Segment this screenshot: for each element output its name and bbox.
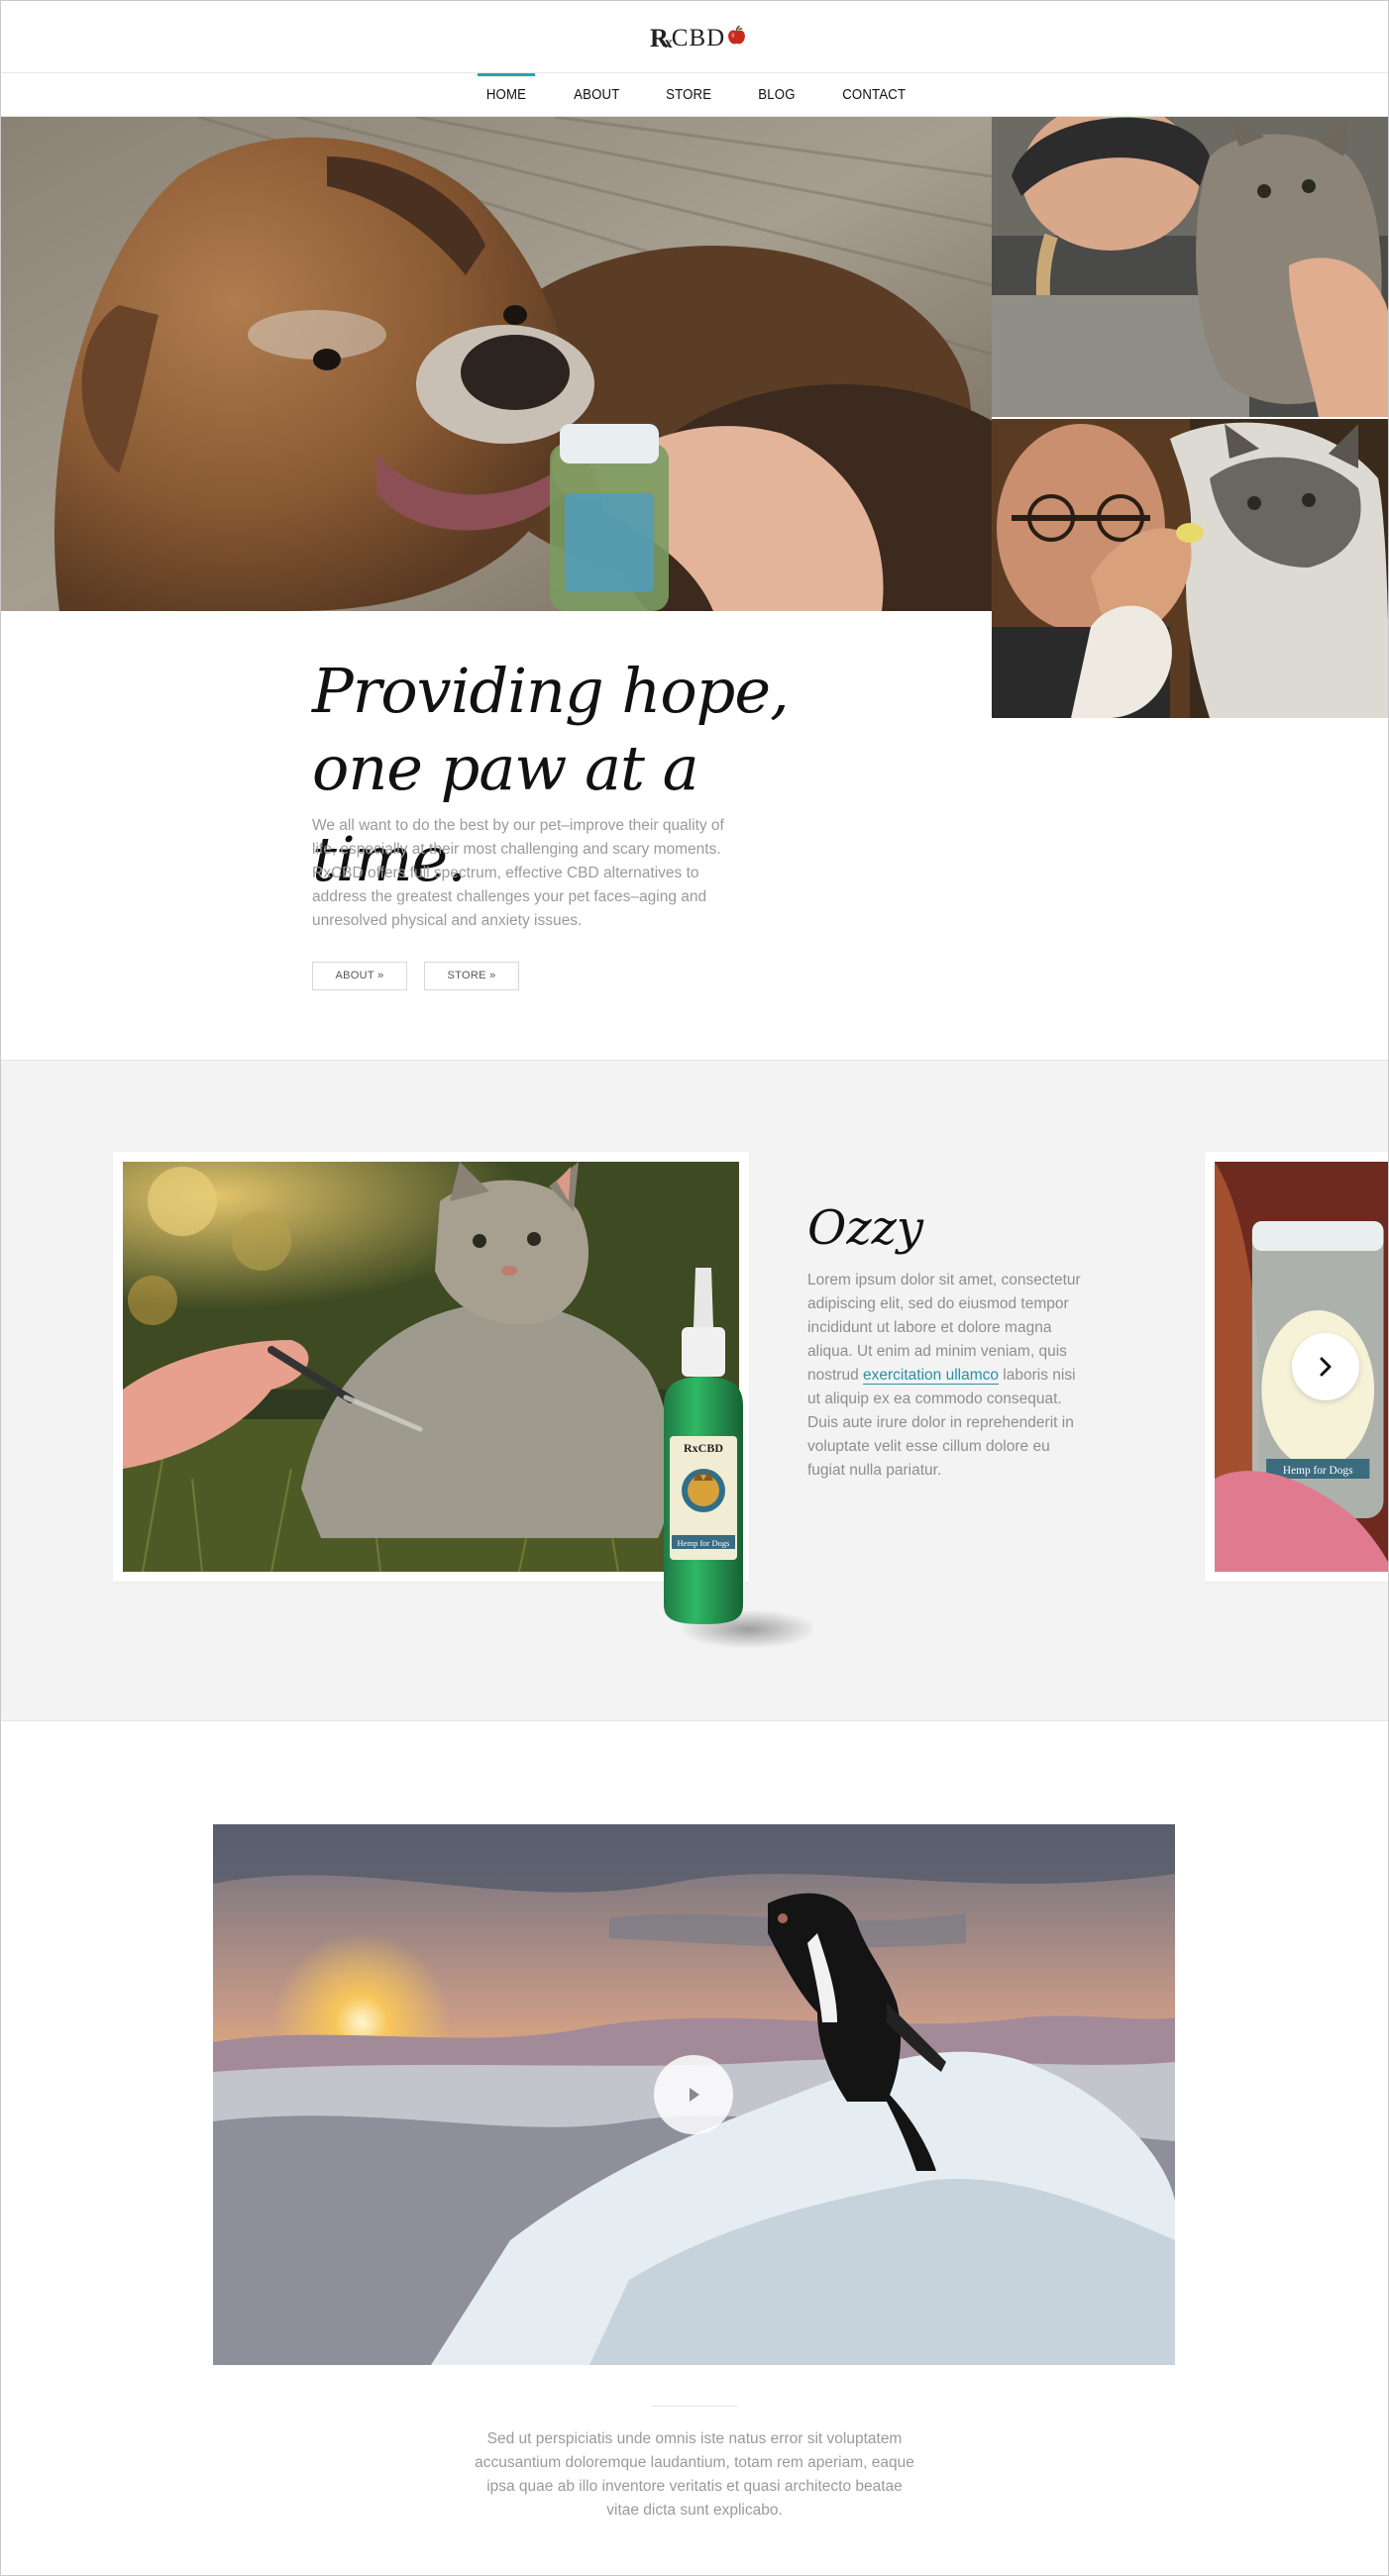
- footer-paragraph: Sed ut perspiciatis unde omnis iste natu…: [475, 2430, 914, 2519]
- slider-next-button[interactable]: [1292, 1333, 1359, 1400]
- cbd-bottle-image: RxCBD Hemp for Dogs: [654, 1268, 812, 1664]
- slide-title: Ozzy: [807, 1200, 924, 1256]
- store-button[interactable]: STORE »: [424, 962, 519, 990]
- nav-item-contact[interactable]: CONTACT: [842, 73, 906, 117]
- site-logo[interactable]: Rx CBD: [650, 22, 747, 55]
- slide-description: Lorem ipsum dolor sit amet, consectetur …: [807, 1269, 1087, 1483]
- nav-item-blog[interactable]: BLOG: [758, 73, 797, 117]
- bottle-label: Hemp for Dogs: [678, 1538, 730, 1548]
- main-nav: HOME ABOUT STORE BLOG CONTACT: [0, 73, 1389, 117]
- cat-dropper-image: [123, 1162, 739, 1572]
- site-header: Rx CBD: [0, 0, 1389, 73]
- logo-x: x: [664, 35, 673, 52]
- hero-description: We all want to do the best by our pet–im…: [312, 817, 724, 929]
- about-button[interactable]: ABOUT »: [312, 962, 407, 990]
- nav-item-home[interactable]: HOME: [477, 73, 536, 117]
- jar-label: Hemp for Dogs: [1283, 1464, 1353, 1477]
- nav-item-store[interactable]: STORE: [666, 73, 711, 117]
- apple-icon: [728, 25, 746, 44]
- divider: [652, 2406, 737, 2407]
- hero-dog-treat-image: [0, 117, 992, 611]
- slide-link[interactable]: exercitation ullamco: [863, 1367, 999, 1385]
- hero-man-cat-image: [992, 419, 1389, 718]
- hero-woman-cat-image: [992, 117, 1389, 417]
- bottle-brand: RxCBD: [684, 1441, 723, 1455]
- video-play-button[interactable]: [654, 2055, 733, 2134]
- logo-text: CBD: [671, 25, 726, 52]
- chevron-right-icon: [1320, 1357, 1332, 1377]
- nav-item-about[interactable]: ABOUT: [574, 73, 619, 117]
- play-icon: [690, 2088, 699, 2102]
